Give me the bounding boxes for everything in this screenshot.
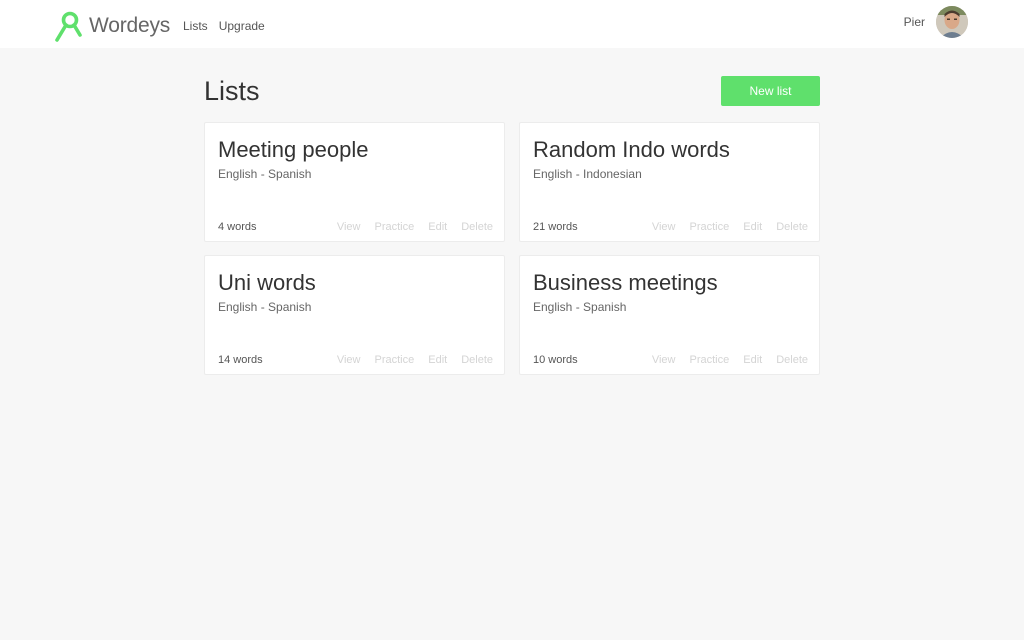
list-title: Business meetings bbox=[533, 270, 718, 295]
list-languages: English - Indonesian bbox=[533, 167, 642, 181]
edit-button[interactable]: Edit bbox=[428, 221, 447, 233]
practice-button[interactable]: Practice bbox=[374, 354, 414, 366]
practice-button[interactable]: Practice bbox=[689, 354, 729, 366]
avatar[interactable] bbox=[936, 6, 968, 38]
practice-button[interactable]: Practice bbox=[374, 221, 414, 233]
list-actions: View Practice Edit Delete bbox=[337, 354, 493, 366]
delete-button[interactable]: Delete bbox=[461, 221, 493, 233]
delete-button[interactable]: Delete bbox=[461, 354, 493, 366]
ribbon-icon bbox=[55, 11, 82, 42]
practice-button[interactable]: Practice bbox=[689, 221, 729, 233]
list-title: Random Indo words bbox=[533, 137, 730, 162]
list-actions: View Practice Edit Delete bbox=[652, 221, 808, 233]
view-button[interactable]: View bbox=[652, 221, 676, 233]
list-card[interactable]: Random Indo words English - Indonesian 2… bbox=[519, 122, 820, 242]
delete-button[interactable]: Delete bbox=[776, 221, 808, 233]
list-word-count: 21 words bbox=[533, 221, 578, 233]
list-card[interactable]: Meeting people English - Spanish 4 words… bbox=[204, 122, 505, 242]
list-word-count: 10 words bbox=[533, 354, 578, 366]
list-word-count: 14 words bbox=[218, 354, 263, 366]
list-languages: English - Spanish bbox=[218, 300, 312, 314]
lists-grid: Meeting people English - Spanish 4 words… bbox=[204, 122, 820, 375]
list-card[interactable]: Uni words English - Spanish 14 words Vie… bbox=[204, 255, 505, 375]
user-menu[interactable]: Pier bbox=[904, 6, 968, 38]
edit-button[interactable]: Edit bbox=[743, 354, 762, 366]
new-list-button[interactable]: New list bbox=[721, 76, 820, 106]
list-word-count: 4 words bbox=[218, 221, 257, 233]
page-title: Lists bbox=[204, 76, 260, 106]
nav-link-upgrade[interactable]: Upgrade bbox=[219, 19, 265, 33]
top-bar: Wordeys Lists Upgrade Pier bbox=[0, 0, 1024, 48]
edit-button[interactable]: Edit bbox=[428, 354, 447, 366]
view-button[interactable]: View bbox=[652, 354, 676, 366]
main-nav: Lists Upgrade bbox=[183, 19, 265, 33]
brand-name: Wordeys bbox=[89, 14, 171, 37]
brand-home-link[interactable]: Wordeys bbox=[55, 10, 170, 42]
list-languages: English - Spanish bbox=[533, 300, 627, 314]
view-button[interactable]: View bbox=[337, 354, 361, 366]
list-languages: English - Spanish bbox=[218, 167, 312, 181]
list-actions: View Practice Edit Delete bbox=[337, 221, 493, 233]
delete-button[interactable]: Delete bbox=[776, 354, 808, 366]
edit-button[interactable]: Edit bbox=[743, 221, 762, 233]
view-button[interactable]: View bbox=[337, 221, 361, 233]
user-name: Pier bbox=[903, 15, 925, 29]
list-title: Uni words bbox=[218, 270, 316, 295]
list-title: Meeting people bbox=[218, 137, 369, 162]
nav-link-lists[interactable]: Lists bbox=[183, 19, 208, 33]
list-card[interactable]: Business meetings English - Spanish 10 w… bbox=[519, 255, 820, 375]
list-actions: View Practice Edit Delete bbox=[652, 354, 808, 366]
